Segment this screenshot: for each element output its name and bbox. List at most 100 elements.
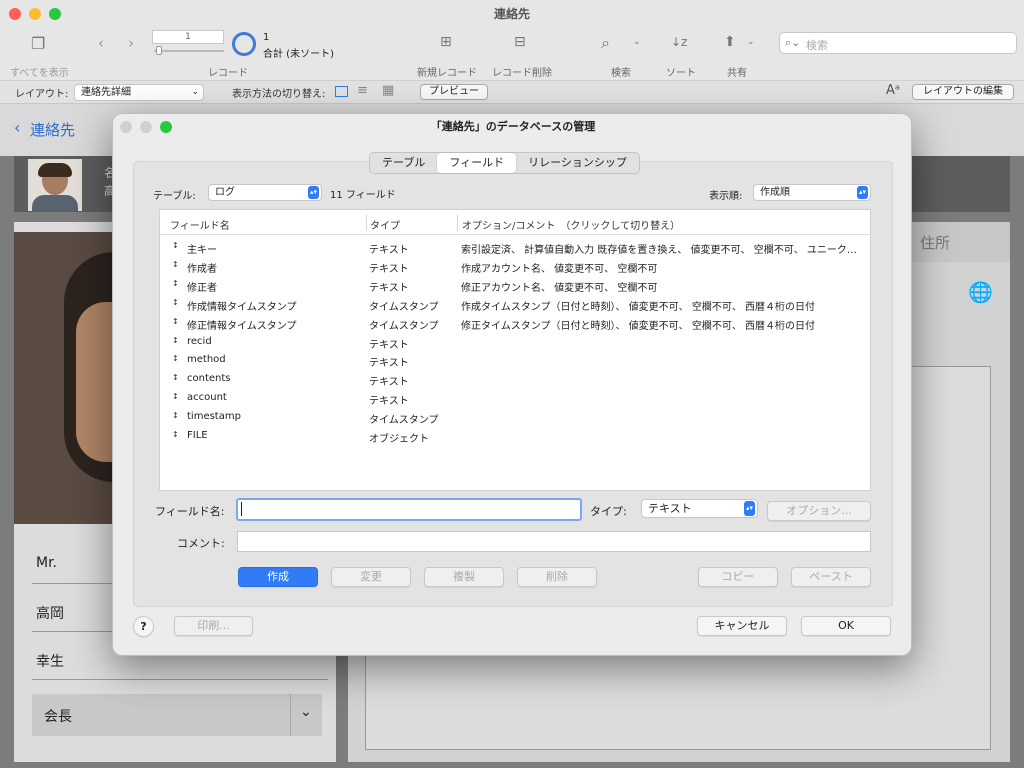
window-titlebar: 連絡先 xyxy=(0,0,1024,28)
copy-button[interactable]: コピー xyxy=(698,567,778,587)
table-row[interactable]: ↕ timestamp タイムスタンプ xyxy=(160,408,872,427)
comment-label: コメント: xyxy=(177,537,225,550)
reorder-handle-icon[interactable]: ↕ xyxy=(172,354,179,363)
tab-tables[interactable]: テーブル xyxy=(370,153,437,173)
reorder-handle-icon[interactable]: ↕ xyxy=(172,336,179,345)
delete-record-icon[interactable]: ⊟ xyxy=(514,34,526,50)
field-name-cell: 主キー xyxy=(187,245,217,256)
table-row[interactable]: ↕ recid テキスト xyxy=(160,333,872,352)
globe-icon[interactable]: 🌐 xyxy=(968,280,993,304)
record-slider-handle[interactable] xyxy=(156,46,162,55)
table-row[interactable]: ↕ contents テキスト xyxy=(160,370,872,389)
reorder-handle-icon[interactable]: ↕ xyxy=(172,430,179,439)
table-row[interactable]: ↕ 作成者 テキスト 作成アカウント名、 値変更不可、 空欄不可 xyxy=(160,257,872,276)
field-name-input[interactable] xyxy=(236,498,582,521)
options-button[interactable]: オプション... xyxy=(767,501,871,521)
field-name-cell: 修正情報タイムスタンプ xyxy=(187,320,297,332)
text-cursor xyxy=(241,502,242,516)
delete-record-label: レコード削除 xyxy=(492,68,552,79)
window-title: 連絡先 xyxy=(493,7,530,21)
position-select[interactable]: 会長 ⌄ xyxy=(32,694,322,736)
form-view-icon[interactable] xyxy=(335,86,348,97)
column-header-type[interactable]: タイプ xyxy=(370,217,400,232)
print-button[interactable]: 印刷... xyxy=(174,616,253,636)
sort-icon[interactable]: ↓z xyxy=(671,35,687,49)
reorder-handle-icon[interactable]: ↕ xyxy=(172,317,179,326)
layout-select[interactable]: 連絡先詳細 ⌄ xyxy=(74,84,204,101)
table-row[interactable]: ↕ 主キー テキスト 索引設定済、 計算値自動入力 既存値を置き換え、 値変更不可、 … xyxy=(160,238,872,257)
type-select-value: テキスト xyxy=(648,502,692,515)
layout-select-value: 連絡先詳細 xyxy=(81,87,131,98)
find-label: 検索 xyxy=(611,68,631,79)
layout-label: レイアウト: xyxy=(15,89,69,100)
type-label: タイプ: xyxy=(590,505,627,518)
find-dropdown-icon[interactable]: ⌄ xyxy=(633,37,641,47)
order-select[interactable]: 作成順 ▴▾ xyxy=(753,184,871,201)
new-record-icon[interactable]: ⊞ xyxy=(440,34,452,50)
reorder-handle-icon[interactable]: ↕ xyxy=(172,279,179,288)
find-icon[interactable]: ⌕ xyxy=(601,33,610,53)
delete-button[interactable]: 削除 xyxy=(517,567,597,587)
table-row[interactable]: ↕ FILE オブジェクト xyxy=(160,427,872,446)
help-button[interactable]: ? xyxy=(133,616,154,637)
manage-database-dialog: 「連絡先」のデータベースの管理 テーブル フィールド リレーションシップ テーブ… xyxy=(112,113,912,656)
reorder-handle-icon[interactable]: ↕ xyxy=(172,392,179,401)
record-slider[interactable] xyxy=(154,50,224,52)
paste-button[interactable]: ペースト xyxy=(791,567,871,587)
edit-layout-button[interactable]: レイアウトの編集 xyxy=(912,84,1014,100)
close-window-button[interactable] xyxy=(9,8,21,20)
reorder-handle-icon[interactable]: ↕ xyxy=(172,373,179,382)
reorder-handle-icon[interactable]: ↕ xyxy=(172,298,179,307)
duplicate-button[interactable]: 複製 xyxy=(424,567,504,587)
table-row[interactable]: ↕ 修正情報タイムスタンプ タイムスタンプ 修正タイムスタンプ（日付と時刻）、 値変更… xyxy=(160,314,872,333)
create-button[interactable]: 作成 xyxy=(238,567,318,587)
tab-fields[interactable]: フィールド xyxy=(437,153,517,173)
back-chevron-icon[interactable]: ‹ xyxy=(14,118,20,137)
zoom-window-button[interactable] xyxy=(49,8,61,20)
layout-bar: レイアウト: 連絡先詳細 ⌄ 表示方法の切り替え: ≡ ▦ プレビュー Aᵃ レ… xyxy=(0,80,1024,104)
text-format-icon[interactable]: Aᵃ xyxy=(886,83,900,98)
ok-button[interactable]: OK xyxy=(801,616,891,636)
reorder-handle-icon[interactable]: ↕ xyxy=(172,260,179,269)
column-header-name[interactable]: フィールド名 xyxy=(170,217,230,232)
field-name-label: フィールド名: xyxy=(155,505,225,518)
comment-input[interactable] xyxy=(237,531,871,552)
column-header-options[interactable]: オプション/コメント （クリックして切り替え） xyxy=(462,217,680,232)
previous-record-icon[interactable]: ‹ xyxy=(98,34,104,52)
table-view-icon[interactable]: ▦ xyxy=(382,83,394,98)
cancel-button[interactable]: キャンセル xyxy=(697,616,787,636)
field-type-cell: テキスト xyxy=(369,396,409,408)
table-row[interactable]: ↕ account テキスト xyxy=(160,389,872,408)
type-select[interactable]: テキスト ▴▾ xyxy=(641,499,758,518)
updown-icon: ▴▾ xyxy=(744,501,755,516)
show-all-icon[interactable]: ❐ xyxy=(31,34,45,53)
table-row[interactable]: ↕ method テキスト xyxy=(160,351,872,370)
chevron-down-icon: ⌄ xyxy=(300,704,312,720)
field-name-cell: timestamp xyxy=(187,411,241,423)
minimize-window-button[interactable] xyxy=(29,8,41,20)
list-view-icon[interactable]: ≡ xyxy=(357,83,368,98)
toolbar: ❐ すべてを表示 ‹ › 1 レコード 1 合計 (未ソート) ⊞ 新規レコード… xyxy=(0,26,1024,80)
share-icon[interactable]: ⬆ xyxy=(724,34,736,50)
share-dropdown-icon[interactable]: ⌄ xyxy=(747,37,755,47)
field-options-cell: 索引設定済、 計算値自動入力 既存値を置き換え、 値変更不可、 空欄不可、 ユニ… xyxy=(461,245,857,256)
record-number-input[interactable]: 1 xyxy=(152,30,224,44)
order-label: 表示順: xyxy=(709,191,743,202)
table-row[interactable]: ↕ 作成情報タイムスタンプ タイムスタンプ 作成タイムスタンプ（日付と時刻）、 値変更… xyxy=(160,295,872,314)
preview-button[interactable]: プレビュー xyxy=(420,84,488,100)
total-label: 合計 (未ソート) xyxy=(263,49,334,60)
change-button[interactable]: 変更 xyxy=(331,567,411,587)
field-name-cell: method xyxy=(187,354,226,366)
reorder-handle-icon[interactable]: ↕ xyxy=(172,241,179,250)
tab-address[interactable]: 住所 xyxy=(900,222,1010,262)
back-link[interactable]: 連絡先 xyxy=(30,119,75,140)
search-icon: ⌕⌄ xyxy=(785,36,801,49)
next-record-icon[interactable]: › xyxy=(128,34,134,52)
reorder-handle-icon[interactable]: ↕ xyxy=(172,411,179,420)
search-placeholder: 検索 xyxy=(806,39,828,52)
new-record-label: 新規レコード xyxy=(417,68,477,79)
tab-relationships[interactable]: リレーションシップ xyxy=(516,153,639,173)
table-row[interactable]: ↕ 修正者 テキスト 修正アカウント名、 値変更不可、 空欄不可 xyxy=(160,276,872,295)
search-input[interactable]: ⌕⌄ 検索 xyxy=(779,32,1017,54)
table-select[interactable]: ログ ▴▾ xyxy=(208,184,322,201)
